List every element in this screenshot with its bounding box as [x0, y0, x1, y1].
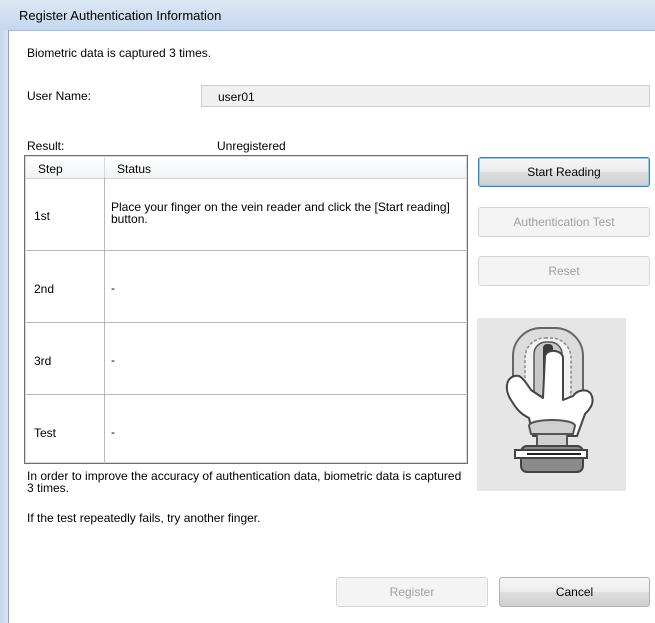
- steps-table-body: Step Status 1st Place your finger on the…: [25, 156, 467, 463]
- user-name-value: user01: [218, 90, 255, 104]
- table-row[interactable]: 3rd -: [26, 323, 466, 395]
- steps-table[interactable]: Step Status 1st Place your finger on the…: [24, 155, 468, 464]
- status-cell: -: [111, 353, 115, 367]
- capture-info-text: Biometric data is captured 3 times.: [27, 46, 212, 60]
- window-frame-left: [0, 30, 8, 623]
- user-name-field[interactable]: user01: [201, 85, 650, 107]
- user-name-label: User Name:: [27, 89, 92, 103]
- window-title: Register Authentication Information: [19, 8, 222, 23]
- register-button[interactable]: Register: [336, 577, 488, 607]
- cancel-label: Cancel: [555, 585, 594, 599]
- reset-label: Reset: [548, 264, 580, 278]
- reset-button[interactable]: Reset: [478, 256, 650, 286]
- start-reading-button[interactable]: Start Reading: [478, 157, 650, 187]
- step-cell: 3rd: [34, 354, 52, 368]
- cancel-button[interactable]: Cancel: [499, 577, 650, 607]
- status-cell: Place your finger on the vein reader and…: [111, 200, 450, 226]
- status-cell: -: [111, 281, 115, 295]
- status-cell: -: [111, 425, 115, 439]
- start-reading-label: Start Reading: [527, 165, 601, 179]
- column-divider: [104, 178, 105, 462]
- column-header-status[interactable]: Status: [117, 162, 151, 176]
- authentication-test-label: Authentication Test: [513, 215, 615, 229]
- register-label: Register: [389, 585, 435, 599]
- retry-note: If the test repeatedly fails, try anothe…: [27, 511, 261, 525]
- table-header: Step Status: [26, 157, 466, 179]
- column-header-step[interactable]: Step: [38, 162, 63, 176]
- step-cell: 1st: [34, 209, 51, 223]
- accuracy-note: In order to improve the accuracy of auth…: [27, 469, 462, 495]
- title-bar: Register Authentication Information: [0, 0, 655, 31]
- table-row[interactable]: Test -: [26, 395, 466, 462]
- step-cell: Test: [34, 426, 57, 440]
- authentication-test-button[interactable]: Authentication Test: [478, 207, 650, 237]
- table-row[interactable]: 1st Place your finger on the vein reader…: [26, 179, 466, 251]
- finger-vein-reader-icon: [477, 318, 626, 491]
- result-label: Result:: [27, 139, 65, 153]
- result-value: Unregistered: [217, 139, 286, 153]
- finger-vein-reader-drawing: [505, 327, 594, 473]
- step-cell: 2nd: [34, 282, 55, 296]
- register-auth-dialog: Register Authentication Information Biom…: [0, 0, 655, 623]
- table-row[interactable]: 2nd -: [26, 251, 466, 323]
- header-divider: [104, 157, 105, 178]
